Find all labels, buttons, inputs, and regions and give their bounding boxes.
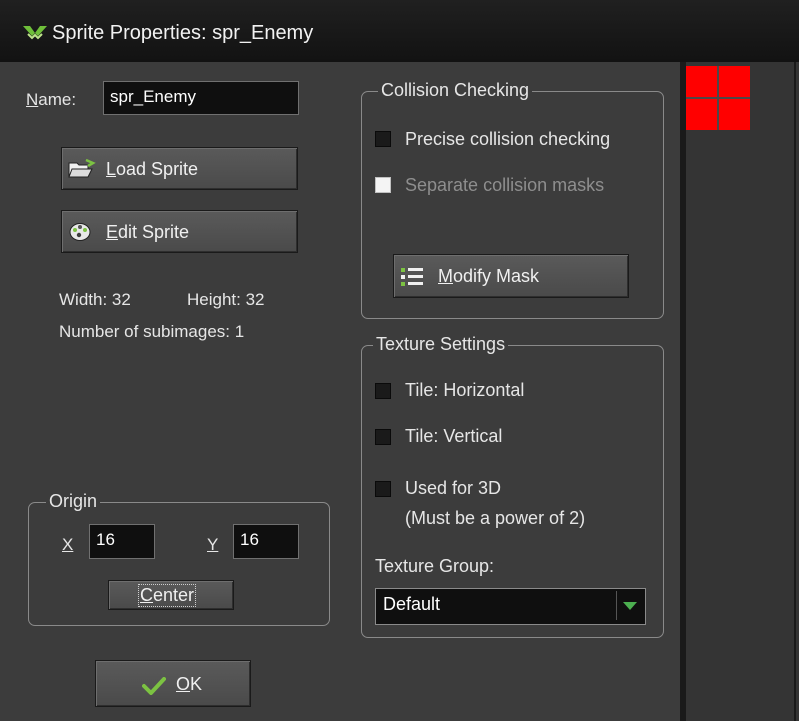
used-for-3d-checkbox[interactable] — [375, 481, 391, 497]
width-label: Width: 32 — [59, 290, 131, 309]
subimages-label: Number of subimages: 1 — [59, 322, 245, 341]
tile-horizontal-checkbox[interactable] — [375, 383, 391, 399]
chevron-down-icon — [623, 602, 637, 610]
origin-x-label: X — [62, 535, 74, 554]
precise-collision-label: Precise collision checking — [405, 129, 611, 149]
palette-icon — [69, 223, 91, 241]
checkmark-icon — [142, 677, 166, 695]
tile-vertical-checkbox[interactable] — [375, 429, 391, 445]
texture-group-label: Texture Group: — [375, 556, 495, 576]
origin-x-input[interactable]: 16 — [89, 524, 155, 559]
load-sprite-button[interactable]: Load Sprite — [61, 147, 298, 190]
sprite-preview-image — [686, 66, 750, 130]
origin-y-label: Y — [207, 535, 219, 554]
preview-border — [794, 62, 796, 721]
precise-collision-checkbox[interactable] — [375, 131, 391, 147]
name-input[interactable]: spr_Enemy — [103, 81, 299, 115]
checklist-icon — [401, 268, 423, 286]
height-label: Height: 32 — [187, 290, 265, 309]
separate-masks-label: Separate collision masks — [405, 175, 605, 195]
window-title: Sprite Properties: spr_Enemy — [52, 22, 314, 44]
texture-group-select[interactable]: Default — [375, 588, 646, 625]
name-label: Name: — [26, 90, 77, 109]
power-of-two-note: (Must be a power of 2) — [405, 508, 586, 528]
center-button[interactable]: Center — [108, 580, 234, 610]
edit-sprite-button[interactable]: Edit Sprite — [61, 210, 298, 253]
folder-open-icon — [68, 159, 96, 178]
separate-masks-checkbox[interactable] — [375, 177, 391, 193]
modify-mask-button[interactable]: Modify Mask — [393, 254, 629, 298]
ok-button[interactable]: OK — [95, 660, 251, 707]
gamemaker-logo-icon — [23, 26, 47, 40]
dropdown-arrow[interactable] — [616, 591, 643, 620]
tile-horizontal-label: Tile: Horizontal — [405, 380, 525, 400]
title-bar: Sprite Properties: spr_Enemy — [0, 0, 799, 62]
sprite-preview-area — [686, 62, 799, 721]
origin-y-input[interactable]: 16 — [233, 524, 299, 559]
used-for-3d-label: Used for 3D — [405, 478, 502, 498]
tile-vertical-label: Tile: Vertical — [405, 426, 503, 446]
